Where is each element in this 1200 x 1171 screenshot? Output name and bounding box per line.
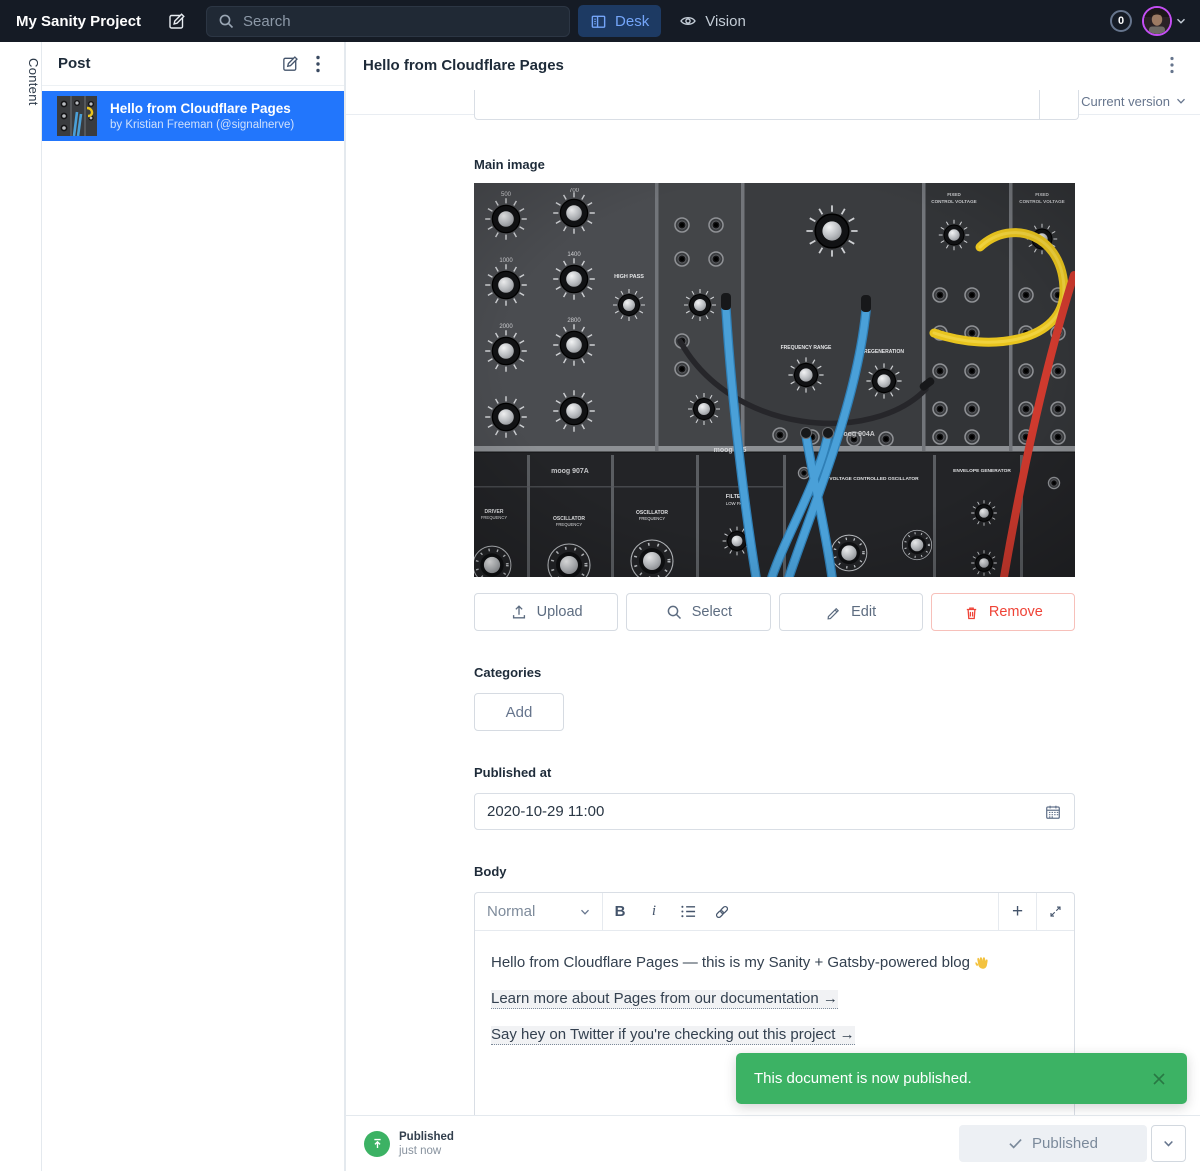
document-form: Main image	[346, 115, 1200, 1157]
body-paragraph-2: Learn more about Pages from our document…	[491, 988, 1058, 1009]
expand-icon	[1048, 904, 1063, 919]
body-editor: Normal B i	[474, 892, 1075, 1152]
account-chevron-down-icon[interactable]	[1176, 17, 1186, 25]
search-input[interactable]	[243, 13, 543, 30]
link-button[interactable]	[705, 893, 739, 930]
document-footer: Published just now Published	[346, 1115, 1200, 1171]
body-paragraph-3: Say hey on Twitter if you're checking ou…	[491, 1024, 1058, 1045]
bullet-list-button[interactable]	[671, 893, 705, 930]
bold-button[interactable]: B	[603, 893, 637, 930]
posts-panel: Post	[42, 42, 345, 1171]
style-select-value: Normal	[487, 903, 580, 920]
image-actions: Upload Select Edit Remove	[474, 593, 1075, 631]
toast-message: This document is now published.	[754, 1070, 1147, 1087]
bullet-list-icon	[680, 904, 697, 919]
documentation-link[interactable]: Learn more about Pages from our document…	[491, 990, 838, 1009]
post-title: Hello from Cloudflare Pages	[110, 101, 294, 116]
tab-vision[interactable]: Vision	[667, 5, 758, 37]
upload-button[interactable]: Upload	[474, 593, 618, 631]
publish-button[interactable]: Published	[959, 1125, 1147, 1162]
published-at-input[interactable]: 2020-10-29 11:00	[474, 793, 1075, 830]
publish-menu-button[interactable]	[1151, 1125, 1186, 1162]
publish-button-label: Published	[1032, 1135, 1098, 1152]
slug-field-partial[interactable]	[474, 90, 1079, 120]
compose-icon[interactable]	[167, 11, 187, 31]
desk-icon	[590, 13, 607, 30]
select-button[interactable]: Select	[626, 593, 770, 631]
add-category-button[interactable]: Add	[474, 693, 564, 731]
upload-icon	[510, 603, 528, 621]
wave-emoji	[974, 953, 991, 970]
body-label: Body	[474, 864, 1075, 880]
published-at-label: Published at	[474, 765, 1075, 781]
top-bar: My Sanity Project Desk Vision	[0, 0, 1200, 42]
posts-panel-header: Post	[42, 42, 344, 86]
content-rail[interactable]: Content	[0, 42, 42, 1171]
notifications-badge[interactable]: 0	[1110, 10, 1132, 32]
publish-status: Published just now	[399, 1131, 454, 1157]
search-icon	[217, 12, 235, 30]
edit-button-label: Edit	[851, 604, 876, 620]
check-icon	[1008, 1137, 1023, 1150]
edit-button[interactable]: Edit	[779, 593, 923, 631]
select-button-label: Select	[692, 604, 732, 620]
select-search-icon	[665, 603, 683, 621]
upload-button-label: Upload	[537, 604, 583, 620]
content-rail-label: Content	[0, 56, 41, 106]
list-item-post[interactable]: Hello from Cloudflare Pages by Kristian …	[42, 91, 344, 141]
insert-block-button[interactable]: +	[998, 893, 1036, 930]
published-at-value: 2020-10-29 11:00	[487, 803, 1044, 820]
document-panel: Hello from Cloudflare Pages Current vers…	[345, 42, 1200, 1171]
link-icon	[713, 903, 731, 921]
remove-button[interactable]: Remove	[931, 593, 1075, 631]
synthesizer-photo: 500700 10001400 20002800 HIGH PASS F	[474, 183, 1075, 577]
document-title: Hello from Cloudflare Pages	[363, 57, 1158, 74]
categories-label: Categories	[474, 665, 1075, 681]
post-subtitle: by Kristian Freeman (@signalnerve)	[110, 119, 294, 131]
publish-status-time: just now	[399, 1145, 454, 1157]
new-post-icon[interactable]	[276, 50, 304, 78]
tab-desk-label: Desk	[615, 13, 649, 30]
version-select[interactable]: Current version	[1081, 94, 1170, 109]
main-image-label: Main image	[474, 157, 1075, 173]
eye-icon	[679, 12, 697, 30]
tab-desk[interactable]: Desk	[578, 5, 661, 37]
search-bar[interactable]	[206, 6, 570, 37]
trash-icon	[963, 604, 980, 621]
body-paragraph-1: Hello from Cloudflare Pages — this is my…	[491, 952, 1058, 973]
style-select[interactable]: Normal	[475, 893, 603, 930]
document-header: Hello from Cloudflare Pages	[346, 42, 1200, 88]
calendar-icon[interactable]	[1044, 803, 1062, 821]
posts-panel-title: Post	[58, 55, 276, 72]
version-chevron-down-icon[interactable]	[1176, 97, 1186, 105]
toast-published: This document is now published.	[736, 1053, 1187, 1104]
publish-status-label: Published	[399, 1131, 454, 1143]
italic-button[interactable]: i	[637, 893, 671, 930]
main-image-preview[interactable]: 500700 10001400 20002800 HIGH PASS F	[474, 183, 1075, 577]
project-title: My Sanity Project	[16, 13, 141, 30]
pencil-icon	[825, 604, 842, 621]
remove-button-label: Remove	[989, 604, 1043, 620]
toast-close-icon[interactable]	[1147, 1067, 1171, 1091]
tab-vision-label: Vision	[705, 13, 746, 30]
post-thumbnail	[57, 96, 97, 136]
twitter-link[interactable]: Say hey on Twitter if you're checking ou…	[491, 1026, 855, 1045]
post-meta: Hello from Cloudflare Pages by Kristian …	[110, 101, 294, 131]
editor-toolbar: Normal B i	[475, 893, 1074, 931]
published-status-icon	[364, 1131, 390, 1157]
style-chevron-down-icon	[580, 908, 590, 916]
posts-menu-icon[interactable]	[304, 50, 332, 78]
expand-editor-button[interactable]	[1036, 893, 1074, 930]
avatar[interactable]	[1142, 6, 1172, 36]
document-menu-icon[interactable]	[1158, 51, 1186, 79]
publish-chevron-down-icon	[1163, 1139, 1174, 1148]
